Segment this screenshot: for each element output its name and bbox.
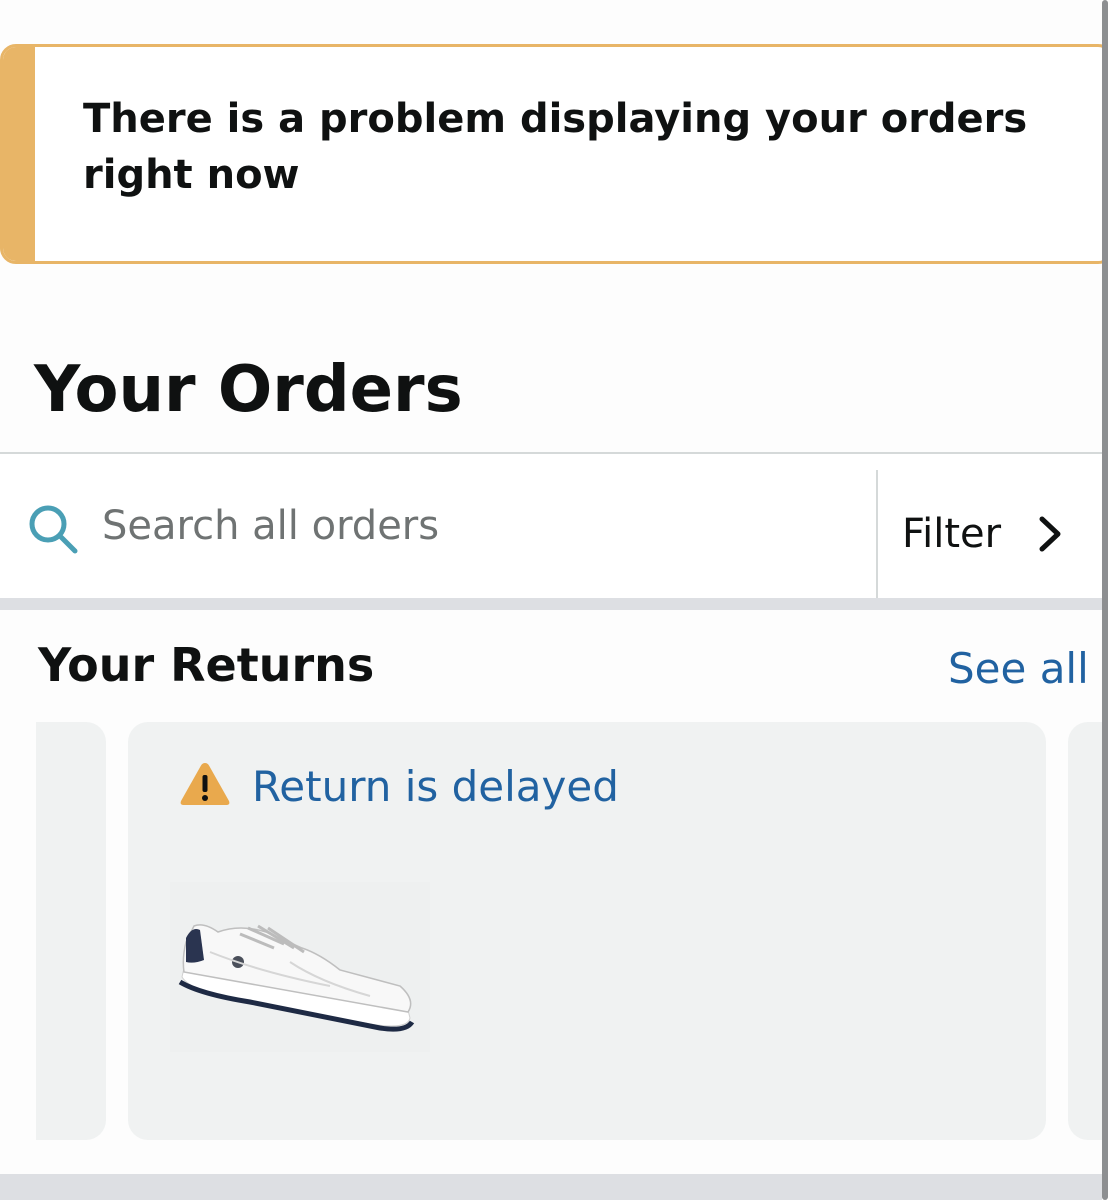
chevron-right-icon — [1039, 516, 1061, 552]
return-card-next[interactable] — [1068, 722, 1102, 1140]
filter-button[interactable]: Filter — [878, 470, 1102, 598]
alert-message: There is a problem displaying your order… — [83, 96, 1028, 198]
sneaker-product-image — [170, 882, 430, 1052]
section-separator-bottom — [0, 1174, 1102, 1200]
section-separator — [0, 598, 1102, 610]
see-all-returns-link[interactable]: See all — [948, 644, 1089, 693]
search-icon[interactable] — [26, 502, 80, 556]
return-card[interactable]: Return is delayed — [128, 722, 1046, 1140]
warning-icon — [180, 763, 230, 805]
return-status: Return is delayed — [252, 762, 619, 811]
orders-error-alert: There is a problem displaying your order… — [0, 44, 1114, 264]
page-title: Your Orders — [34, 353, 463, 427]
alert-accent-bar — [3, 47, 35, 261]
filter-label: Filter — [902, 511, 1002, 557]
returns-section-title: Your Returns — [38, 638, 375, 692]
search-input[interactable] — [102, 496, 842, 556]
scrollbar-thumb[interactable] — [1102, 0, 1108, 1200]
return-card-previous[interactable] — [36, 722, 106, 1140]
